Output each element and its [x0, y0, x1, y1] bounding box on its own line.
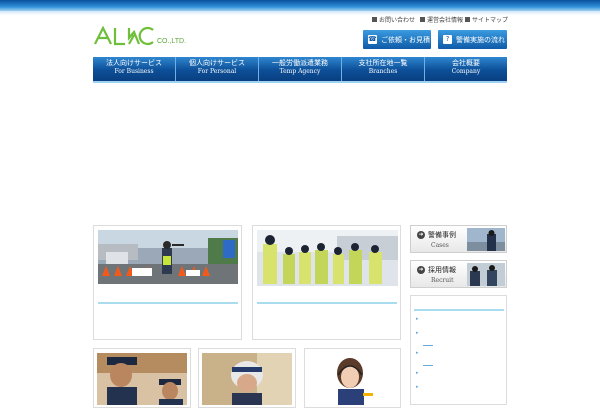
- feature-card-operator[interactable]: [304, 348, 401, 408]
- phone-icon: ☎: [368, 35, 377, 44]
- util-link-sitemap[interactable]: サイトマップ: [465, 15, 508, 24]
- card-divider: [257, 302, 397, 304]
- list-arrow-icon: ▸: [416, 350, 419, 356]
- bullet-icon: [372, 17, 377, 22]
- nav-item-company[interactable]: 会社概要 Company: [425, 57, 507, 81]
- list-arrow-icon: ▸: [416, 384, 419, 390]
- top-banner-fade: [0, 11, 600, 15]
- bullet-icon: [420, 17, 425, 22]
- top-banner-bar: [0, 0, 600, 11]
- feature-card-guards[interactable]: [93, 348, 191, 408]
- service-card-business[interactable]: [93, 225, 242, 340]
- arrow-right-icon: ➜: [417, 266, 425, 274]
- nav-item-temp-agency[interactable]: 一般労働派遣業務 Temp Agency: [259, 57, 342, 81]
- call-operator-photo: [308, 353, 398, 405]
- link-box-header-bar: [414, 309, 504, 311]
- logo-suffix: CO.,LTD.: [157, 38, 186, 45]
- util-link-company-info[interactable]: 運営会社情報: [420, 15, 463, 24]
- traffic-guard-photo: [98, 230, 238, 284]
- card-divider: [98, 302, 238, 304]
- list-arrow-icon: ▸: [416, 316, 419, 322]
- nav-underline: [93, 81, 507, 83]
- main-nav: 法人向けサービス For Business 個人向けサービス For Perso…: [93, 57, 507, 81]
- arrow-right-icon: ➜: [417, 231, 425, 239]
- util-link-contact[interactable]: お問い合わせ: [372, 15, 415, 24]
- helmet-guard-photo: [202, 353, 292, 405]
- guard-thumbnail: [467, 228, 505, 251]
- nav-item-business[interactable]: 法人向けサービス For Business: [93, 57, 176, 81]
- sidebar-recruit-button[interactable]: ➜ 採用情報 Recruit: [410, 260, 507, 288]
- list-arrow-icon: ▸: [416, 370, 419, 376]
- list-arrow-icon: ▸: [416, 330, 419, 336]
- nav-item-personal[interactable]: 個人向けサービス For Personal: [176, 57, 259, 81]
- security-team-photo: [257, 230, 398, 286]
- question-icon: ?: [443, 35, 452, 44]
- feature-card-helmet[interactable]: [198, 348, 296, 408]
- link-underline[interactable]: [423, 365, 433, 366]
- guards-closeup-photo: [97, 353, 187, 405]
- security-flow-button[interactable]: ? 警備実施の流れ: [438, 30, 507, 49]
- service-card-personal[interactable]: [252, 225, 401, 340]
- sidebar-links-box: ▸ ▸ ▸ ▸ ▸: [410, 295, 507, 405]
- sidebar-cases-button[interactable]: ➜ 警備事例 Cases: [410, 225, 507, 253]
- company-logo[interactable]: CO.,LTD.: [93, 26, 188, 46]
- nav-item-branches[interactable]: 支社所在地一覧 Branches: [342, 57, 425, 81]
- quote-request-button[interactable]: ☎ ご依頼・お見積: [363, 30, 431, 49]
- link-underline[interactable]: [423, 345, 433, 346]
- bullet-icon: [465, 17, 470, 22]
- recruit-thumbnail: [467, 263, 505, 286]
